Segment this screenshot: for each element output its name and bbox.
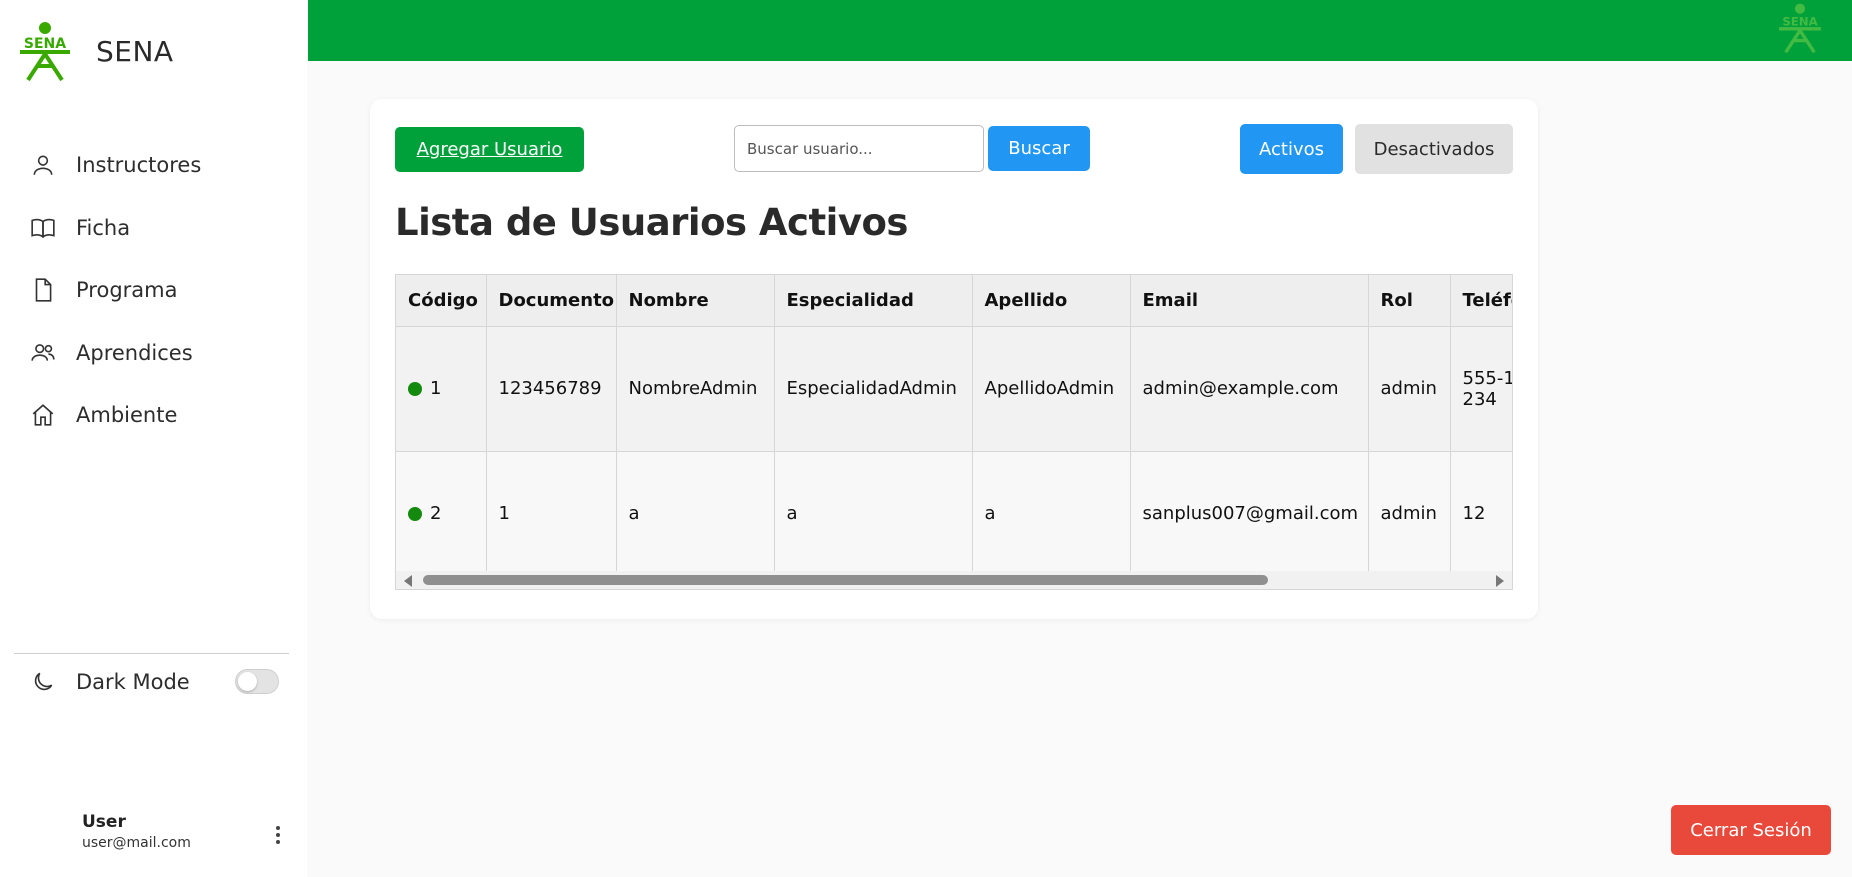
table-cell: a [616,451,775,576]
sidebar: SENA SENA Instructores Ficha Programa Ap… [0,0,307,877]
table-cell: admin [1368,451,1451,576]
sidebar-item-ambiente[interactable]: Ambiente [30,384,290,447]
sidebar-nav: Instructores Ficha Programa Aprendices A… [30,134,290,447]
column-header[interactable]: Rol [1368,275,1451,327]
dark-mode-toggle[interactable] [235,669,279,694]
users-table: Código Documento Nombre Especialidad Ape… [396,275,1513,576]
home-icon [32,404,54,426]
sidebar-item-instructores[interactable]: Instructores [30,134,290,197]
table-cell: 12 [1450,451,1512,576]
column-header[interactable]: Email [1130,275,1369,327]
svg-text:SENA: SENA [24,36,66,52]
user-email: user@mail.com [82,835,191,851]
dark-mode-row: Dark Mode [30,664,280,700]
top-bar: SENA [308,0,1852,61]
column-header[interactable]: Nombre [616,275,775,327]
table-cell: a [774,451,973,576]
column-header[interactable]: Teléfono [1450,275,1512,327]
inactive-users-button[interactable]: Desactivados [1355,124,1513,174]
column-header[interactable]: Especialidad [774,275,973,327]
brand[interactable]: SENA SENA [14,20,174,82]
sidebar-item-label: Instructores [76,153,202,178]
column-header[interactable]: Documento [486,275,617,327]
search-input[interactable] [734,125,984,172]
column-header[interactable]: Apellido [972,275,1131,327]
user-menu-button[interactable] [268,820,288,850]
column-header[interactable]: Código [396,275,487,327]
cell-value: 1 [430,378,442,399]
sidebar-item-aprendices[interactable]: Aprendices [30,322,290,385]
sidebar-item-label: Programa [76,278,178,303]
dot-icon [276,826,280,830]
scroll-left-icon[interactable] [404,575,412,587]
book-icon [31,218,55,238]
page-title: Lista de Usuarios Activos [395,201,908,244]
status-dot-icon [408,506,422,521]
active-users-button[interactable]: Activos [1240,124,1343,174]
table-cell: admin@example.com [1130,326,1369,452]
file-icon [35,278,52,302]
sena-logo-icon: SENA [20,22,70,82]
scroll-right-icon[interactable] [1496,575,1504,587]
sidebar-divider [14,653,289,654]
table-cell: 2 [396,451,487,576]
table-cell: ApellidoAdmin [972,326,1131,452]
dark-mode-label: Dark Mode [76,670,190,694]
table-cell: a [972,451,1131,576]
user-profile: User user@mail.com [82,812,191,851]
table-row[interactable]: 2 1 a a a sanplus007@gmail.com admin 12 [396,451,1512,576]
sidebar-item-label: Aprendices [76,340,193,365]
search-button[interactable]: Buscar [988,126,1090,171]
cell-value: 555-1234 [1462,367,1513,410]
add-user-button[interactable]: Agregar Usuario [395,127,584,172]
table-cell: EspecialidadAdmin [774,326,973,452]
sidebar-item-ficha[interactable]: Ficha [30,197,290,260]
users-icon [31,343,55,361]
moon-icon [34,672,53,691]
table-cell: admin [1368,326,1451,452]
table-cell: NombreAdmin [616,326,775,452]
table-header-row: Código Documento Nombre Especialidad Ape… [396,275,1512,327]
horizontal-scrollbar[interactable] [396,571,1512,589]
sidebar-item-label: Ambiente [76,403,178,428]
dot-icon [276,840,280,844]
scrollbar-thumb[interactable] [423,575,1268,585]
users-card: Agregar Usuario Buscar Activos Desactiva… [370,99,1538,619]
toggle-knob [238,672,257,691]
status-dot-icon [408,382,422,396]
table-cell: 123456789 [486,326,617,452]
table-cell: 1 [396,326,487,452]
svg-text:SENA: SENA [1782,14,1818,28]
brand-name: SENA [96,34,174,68]
cell-value: 2 [430,502,442,524]
table-cell: sanplus007@gmail.com [1130,451,1369,576]
table-row[interactable]: 1 123456789 NombreAdmin EspecialidadAdmi… [396,326,1513,452]
sidebar-item-label: Ficha [76,215,131,240]
user-icon [33,155,53,176]
logout-button[interactable]: Cerrar Sesión [1671,805,1831,855]
table-cell: 1 [486,451,617,576]
sena-logo-icon: SENA [1779,3,1821,54]
user-name: User [82,812,126,832]
users-table-container: Código Documento Nombre Especialidad Ape… [395,274,1513,590]
table-cell: 555-1234 [1450,326,1513,452]
sidebar-item-programa[interactable]: Programa [30,259,290,322]
dot-icon [276,833,280,837]
